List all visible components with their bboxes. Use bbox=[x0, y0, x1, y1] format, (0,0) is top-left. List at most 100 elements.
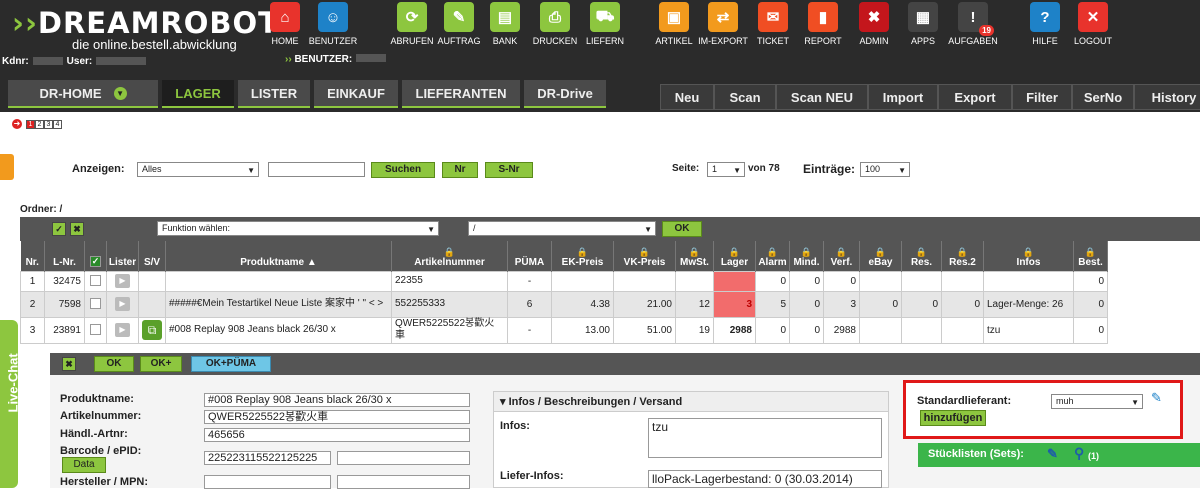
tab-lager[interactable]: LAGER bbox=[162, 80, 234, 108]
column-header[interactable]: L-Nr. bbox=[44, 241, 85, 271]
detail-okpuema-button[interactable]: OK+PÜMA bbox=[191, 356, 271, 372]
column-header[interactable]: PÜMA bbox=[507, 241, 552, 271]
subtab-export[interactable]: Export bbox=[938, 84, 1012, 110]
set-variant-icon[interactable]: ⧉ bbox=[142, 320, 162, 340]
detail-okplus-button[interactable]: OK+ bbox=[140, 356, 182, 372]
nr-button[interactable]: Nr bbox=[442, 162, 478, 178]
column-header[interactable]: 🔒 Res.2 bbox=[941, 241, 984, 271]
row-checkbox[interactable] bbox=[90, 298, 101, 310]
column-header[interactable]: 🔒 eBay bbox=[859, 241, 902, 271]
tab-lister[interactable]: LISTER bbox=[238, 80, 310, 108]
table-row[interactable]: 2 7598 ▶ #####€Mein Testartikel Neue Liste … bbox=[20, 290, 1108, 318]
tab-einkauf[interactable]: EINKAUF bbox=[314, 80, 398, 108]
cell-res: 0 bbox=[901, 290, 942, 318]
column-header[interactable]: Lister bbox=[106, 241, 139, 271]
arrow-right-icon[interactable]: ➜ bbox=[12, 119, 22, 129]
cell-nr: 3 bbox=[20, 316, 45, 344]
edit-icon[interactable]: ✎ bbox=[1047, 446, 1058, 462]
step-2[interactable]: 2 bbox=[35, 120, 44, 129]
select-all-checkbox[interactable]: ✓ bbox=[90, 256, 101, 268]
lock-icon: 🔒 bbox=[576, 246, 589, 257]
nav-liefern[interactable]: ⛟ LIEFERN bbox=[575, 2, 635, 46]
produktname-field[interactable]: #008 Replay 908 Jeans black 26/30 x bbox=[204, 393, 470, 407]
cell-puema: - bbox=[507, 270, 552, 292]
step-4[interactable]: 4 bbox=[53, 120, 62, 129]
search-icon[interactable]: ⚲ bbox=[1074, 445, 1084, 462]
standardlieferant-select[interactable]: muh bbox=[1051, 394, 1143, 409]
infos-field[interactable]: tzu bbox=[648, 418, 882, 458]
column-header[interactable]: 🔒 Alarm bbox=[755, 241, 790, 271]
column-header[interactable]: 🔒 Lager bbox=[713, 241, 756, 271]
toolbar-ok-button[interactable]: OK bbox=[662, 221, 702, 237]
search-input[interactable] bbox=[268, 162, 365, 177]
edit-icon[interactable]: ✎ bbox=[1151, 390, 1162, 406]
uncheck-all-icon[interactable]: ✖ bbox=[70, 222, 84, 236]
anzeigen-select[interactable]: Alles bbox=[137, 162, 259, 177]
nav-benutzer[interactable]: ☺ BENUTZER bbox=[303, 2, 363, 46]
suchen-button[interactable]: Suchen bbox=[371, 162, 435, 178]
column-header[interactable]: 🔒 Infos bbox=[983, 241, 1074, 271]
cell-infos bbox=[983, 270, 1074, 292]
artikelnummer-field[interactable]: QWER5225522봉歡火車 bbox=[204, 410, 470, 424]
step-3[interactable]: 3 bbox=[44, 120, 53, 129]
column-header[interactable]: 🔒 Mind. bbox=[789, 241, 824, 271]
eintraege-select[interactable]: 100 bbox=[860, 162, 910, 177]
column-header[interactable]: 🔒 Best. bbox=[1073, 241, 1108, 271]
cell-ebay bbox=[859, 270, 902, 292]
data-button[interactable]: Data bbox=[62, 457, 106, 473]
nav-logout[interactable]: ✕ LOGOUT bbox=[1063, 2, 1123, 46]
subtab-scan[interactable]: Scan bbox=[714, 84, 776, 110]
column-header[interactable]: ✓ bbox=[84, 241, 107, 271]
column-header[interactable]: S/V bbox=[138, 241, 166, 271]
hinzufuegen-button[interactable]: hinzufügen bbox=[920, 410, 986, 426]
subtab-scan-neu[interactable]: Scan NEU bbox=[776, 84, 868, 110]
live-chat-tab[interactable]: Live-Chat bbox=[0, 320, 21, 488]
column-header[interactable]: 🔒 MwSt. bbox=[675, 241, 714, 271]
snr-button[interactable]: S-Nr bbox=[485, 162, 533, 178]
liefer-infos-field[interactable]: lloPack-Lagerbestand: 0 (30.03.2014) bbox=[648, 470, 882, 488]
subtab-filter[interactable]: Filter bbox=[1012, 84, 1072, 110]
row-checkbox[interactable] bbox=[90, 324, 101, 336]
epid-field[interactable] bbox=[337, 451, 470, 465]
funktion-select[interactable]: Funktion wählen: bbox=[157, 221, 439, 236]
home-icon: ⌂ bbox=[270, 2, 300, 32]
column-header[interactable]: Produktname ▲ bbox=[165, 241, 392, 271]
check-all-icon[interactable]: ✓ bbox=[52, 222, 66, 236]
seite-select[interactable]: 1 bbox=[707, 162, 745, 177]
column-header[interactable]: Nr. bbox=[20, 241, 45, 271]
hersteller-field[interactable] bbox=[204, 475, 331, 489]
dreamrobot-logo[interactable]: ››DREAMROBOT die online.bestell.abwicklu… bbox=[12, 8, 279, 52]
haendl-artnr-field[interactable]: 465656 bbox=[204, 428, 470, 442]
subtab-history[interactable]: History bbox=[1134, 84, 1200, 110]
info-panel-header[interactable]: ▾ Infos / Beschreibungen / Versand bbox=[494, 392, 888, 412]
table-row[interactable]: 1 32475 ▶ 22355-0 0 0 0 bbox=[20, 270, 1108, 292]
row-checkbox[interactable] bbox=[90, 275, 101, 287]
column-header[interactable]: 🔒 Verf. bbox=[823, 241, 860, 271]
tab-dr-home[interactable]: DR-HOME ▼ bbox=[8, 80, 158, 108]
step-1[interactable]: 1 bbox=[26, 120, 35, 129]
barcode-field[interactable]: 225223115522125225 bbox=[204, 451, 331, 465]
table-row[interactable]: 3 23891 ▶ ⧉ #008 Replay 908 Jeans black 26/3… bbox=[20, 316, 1108, 344]
detail-ok-button[interactable]: OK bbox=[94, 356, 134, 372]
chevron-down-icon[interactable]: ▼ bbox=[113, 86, 127, 100]
lister-play-icon[interactable]: ▶ bbox=[115, 297, 130, 311]
column-header[interactable]: 🔒 VK-Preis bbox=[613, 241, 676, 271]
cell-artnr: QWER5225522봉歡火車 bbox=[391, 316, 508, 344]
subtab-import[interactable]: Import bbox=[868, 84, 938, 110]
cell-artnr: 22355 bbox=[391, 270, 508, 292]
nav-aufgaben[interactable]: ! 19 AUFGABEN bbox=[943, 2, 1003, 46]
lister-play-icon[interactable]: ▶ bbox=[115, 323, 130, 337]
tab-dr-drive[interactable]: DR-Drive bbox=[524, 80, 606, 108]
column-header[interactable]: 🔒 Res. bbox=[901, 241, 942, 271]
cell-ebay: 0 bbox=[859, 290, 902, 318]
mpn-field[interactable] bbox=[337, 475, 470, 489]
folder-select[interactable]: / bbox=[468, 221, 656, 236]
subtab-neu[interactable]: Neu bbox=[660, 84, 714, 110]
column-header[interactable]: 🔒 EK-Preis bbox=[551, 241, 614, 271]
column-header[interactable]: 🔒 Artikelnummer bbox=[391, 241, 508, 271]
cell-mind: 0 bbox=[789, 316, 824, 344]
close-icon[interactable]: ✖ bbox=[62, 357, 76, 371]
subtab-serno[interactable]: SerNo bbox=[1072, 84, 1134, 110]
lister-play-icon[interactable]: ▶ bbox=[115, 274, 130, 288]
tab-lieferanten[interactable]: LIEFERANTEN bbox=[402, 80, 520, 108]
